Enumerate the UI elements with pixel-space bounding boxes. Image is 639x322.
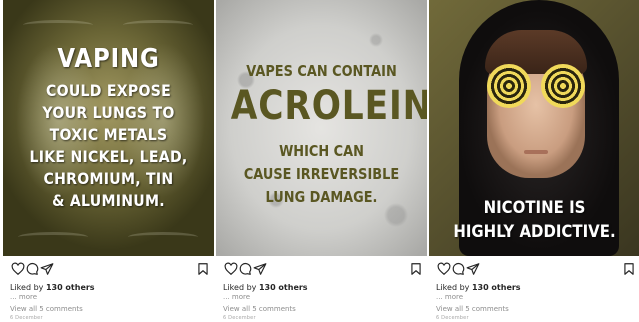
post-date: 6 December	[10, 315, 43, 321]
likes-prefix: Liked by	[10, 283, 46, 292]
post-headline-small: VAPES CAN CONTAIN	[246, 62, 397, 80]
likes-prefix: Liked by	[223, 283, 259, 292]
xray-rib	[128, 232, 198, 242]
likes-count[interactable]: 130 others	[259, 283, 308, 292]
share-icon[interactable]	[253, 262, 267, 276]
heart-icon[interactable]	[437, 262, 451, 276]
xray-rib	[123, 20, 193, 30]
heart-icon[interactable]	[224, 262, 238, 276]
spiral-eye-icon	[487, 64, 531, 108]
post-actions	[437, 262, 636, 278]
post-body-line: NICOTINE IS	[483, 198, 586, 218]
spiral-eye-icon	[541, 64, 585, 108]
xray-rib	[18, 232, 88, 242]
post-body-text: COULD EXPOSE YOUR LUNGS TO TOXIC METALS …	[16, 80, 202, 212]
share-icon[interactable]	[466, 262, 480, 276]
bookmark-icon[interactable]	[409, 262, 423, 276]
post-2: VAPES CAN CONTAIN ACROLEIN WHICH CAN CAU…	[216, 0, 427, 322]
post-date: 6 December	[223, 315, 256, 321]
comment-icon[interactable]	[25, 262, 39, 276]
view-comments-link[interactable]: View all 5 comments	[436, 305, 509, 313]
xray-rib	[23, 20, 93, 30]
view-comments-link[interactable]: View all 5 comments	[10, 305, 83, 313]
post-body-line: LUNG DAMAGE.	[265, 188, 378, 206]
comment-icon[interactable]	[238, 262, 252, 276]
comment-icon[interactable]	[451, 262, 465, 276]
post-body-text: WHICH CAN CAUSE IRREVERSIBLE LUNG DAMAGE…	[231, 140, 412, 209]
post-image-nicotine[interactable]: NICOTINE IS HIGHLY ADDICTIVE.	[429, 0, 639, 256]
bookmark-icon[interactable]	[196, 262, 210, 276]
post-body-line: CHROMIUM, TIN	[43, 169, 174, 188]
post-image-acrolein[interactable]: VAPES CAN CONTAIN ACROLEIN WHICH CAN CAU…	[216, 0, 427, 256]
post-date: 6 December	[436, 315, 469, 321]
post-body-line: & ALUMINUM.	[52, 191, 165, 210]
more-link[interactable]: ... more	[436, 293, 463, 301]
post-3: NICOTINE IS HIGHLY ADDICTIVE. Liked by 1…	[429, 0, 639, 322]
likes-count[interactable]: 130 others	[472, 283, 521, 292]
post-actions	[11, 262, 210, 278]
more-link[interactable]: ... more	[10, 293, 37, 301]
post-body-line: YOUR LUNGS TO	[42, 103, 175, 122]
heart-icon[interactable]	[11, 262, 25, 276]
share-icon[interactable]	[40, 262, 54, 276]
likes-count[interactable]: 130 others	[46, 283, 95, 292]
post-body-line: CAUSE IRREVERSIBLE	[243, 165, 400, 183]
post-1: VAPING COULD EXPOSE YOUR LUNGS TO TOXIC …	[3, 0, 214, 322]
mouth-shape	[524, 150, 548, 154]
likes-text: Liked by 130 others	[436, 283, 521, 292]
bookmark-icon[interactable]	[622, 262, 636, 276]
likes-prefix: Liked by	[436, 283, 472, 292]
post-body-line: LIKE NICKEL, LEAD,	[29, 147, 188, 166]
likes-text: Liked by 130 others	[223, 283, 308, 292]
post-body-line: WHICH CAN	[279, 142, 364, 160]
post-body-text: NICOTINE IS HIGHLY ADDICTIVE.	[442, 196, 628, 244]
post-body-line: TOXIC METALS	[49, 125, 168, 144]
view-comments-link[interactable]: View all 5 comments	[223, 305, 296, 313]
more-link[interactable]: ... more	[223, 293, 250, 301]
post-image-vaping-metals[interactable]: VAPING COULD EXPOSE YOUR LUNGS TO TOXIC …	[3, 0, 214, 256]
post-headline: VAPING	[57, 44, 160, 74]
post-body-line: COULD EXPOSE	[46, 81, 171, 100]
post-grid: VAPING COULD EXPOSE YOUR LUNGS TO TOXIC …	[0, 0, 639, 322]
likes-text: Liked by 130 others	[10, 283, 95, 292]
post-actions	[224, 262, 423, 278]
post-headline: ACROLEIN	[230, 83, 427, 129]
post-body-line: HIGHLY ADDICTIVE.	[453, 222, 616, 242]
